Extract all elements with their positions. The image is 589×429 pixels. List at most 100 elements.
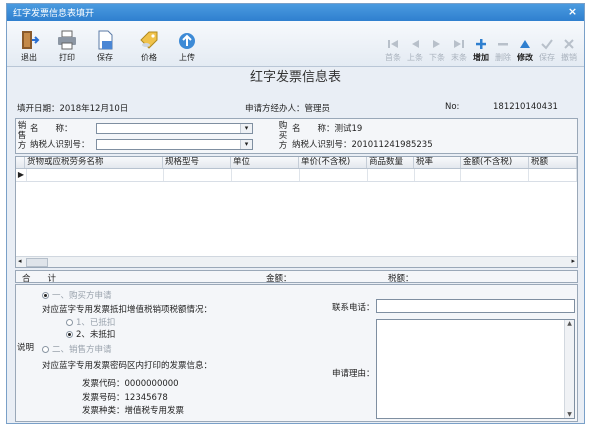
scroll-up-icon[interactable]: ▲	[565, 320, 574, 327]
invoice-info-label: 对应蓝字专用发票密码区内打印的发票信息：	[42, 361, 213, 371]
option-buyer-apply[interactable]: 一、购买方申请	[42, 289, 112, 301]
prev-record-button[interactable]: 上条	[404, 37, 426, 63]
save-document-icon	[98, 30, 113, 50]
notes-side-label: 说明	[17, 343, 35, 353]
fill-date: 填开日期：2018年12月10日	[17, 104, 129, 114]
cancel-row-button[interactable]: 撤销	[558, 37, 580, 63]
prev-icon	[412, 40, 419, 48]
reason-textarea[interactable]: ▲ ▼	[376, 319, 575, 419]
save-button[interactable]: 保存	[87, 29, 123, 63]
phone-field[interactable]	[376, 299, 575, 313]
col-tax[interactable]: 税额	[529, 157, 577, 168]
add-label: 增加	[473, 53, 489, 62]
invoice-number: 发票号码：12345678	[82, 393, 168, 403]
app-window: 红字发票信息表填开 × 退出 打印 保存 价格 上传 首条 上条 下条 末条 增…	[6, 3, 585, 424]
invoice-kind: 发票种类：增值税专用发票	[82, 406, 185, 416]
last-record-button[interactable]: 末条	[448, 37, 470, 63]
upload-icon	[179, 33, 195, 49]
seller-name-combo[interactable]: ▾	[96, 123, 253, 134]
exit-door-icon	[22, 31, 40, 49]
first-icon	[388, 40, 398, 48]
toolbar: 退出 打印 保存 价格 上传 首条 上条 下条 末条 增加 删除 修改 保存 撤…	[7, 21, 584, 67]
notes-section: 说明 一、购买方申请 对应蓝字专用发票抵扣增值税销项税额情况： 1、已抵扣 2、…	[15, 284, 578, 422]
col-spec[interactable]: 规格型号	[163, 157, 231, 168]
number-label: No:	[445, 102, 460, 112]
option-seller-apply[interactable]: 二、销售方申请	[42, 343, 112, 355]
delete-label: 删除	[495, 53, 511, 62]
price-button[interactable]: 价格	[131, 29, 167, 63]
seller-taxid-combo[interactable]: ▾	[96, 139, 253, 150]
form-number: 181210140431	[493, 102, 558, 112]
record-toolbar: 首条 上条 下条 末条 增加 删除 修改 保存 撤销	[382, 37, 580, 63]
buyer-side-label: 购买方	[278, 121, 288, 151]
printer-icon	[58, 30, 76, 50]
option-seller-label: 二、销售方申请	[52, 345, 112, 355]
col-name[interactable]: 货物或应税劳务名称	[25, 157, 163, 168]
remove-icon	[498, 43, 508, 46]
price-tag-icon	[140, 31, 158, 49]
radio-seller[interactable]	[42, 346, 49, 353]
reason-label: 申请理由：	[332, 369, 375, 379]
chevron-down-icon[interactable]: ▾	[240, 140, 252, 149]
totals-tax-label: 税额：	[388, 274, 414, 284]
chevron-down-icon[interactable]: ▾	[240, 124, 252, 133]
items-grid[interactable]: 货物或应税劳务名称 规格型号 单位 单价(不含税) 商品数量 税率 金额(不含税…	[15, 156, 578, 268]
print-button[interactable]: 打印	[49, 29, 85, 63]
delete-row-button[interactable]: 删除	[492, 37, 514, 63]
option-not-deducted-label: 2、未抵扣	[76, 330, 116, 340]
row-pointer-icon: ▶	[16, 169, 27, 181]
last-icon	[454, 40, 464, 48]
totals-amount-label: 金额：	[266, 274, 292, 284]
add-row-button[interactable]: 增加	[470, 37, 492, 63]
col-amount[interactable]: 金额(不含税)	[461, 157, 529, 168]
exit-label: 退出	[21, 53, 37, 62]
close-icon[interactable]: ×	[565, 5, 580, 19]
deduction-question: 对应蓝字专用发票抵扣增值税销项税额情况：	[42, 305, 213, 315]
scroll-left-icon[interactable]: ◂	[18, 257, 22, 265]
scrollbar-thumb[interactable]	[26, 258, 48, 267]
totals-row: 合 计 金额： 税额：	[15, 270, 578, 284]
option-deducted[interactable]: 1、已抵扣	[66, 316, 115, 328]
check-icon	[541, 39, 553, 50]
col-tax-rate[interactable]: 税率	[414, 157, 461, 168]
prev-label: 上条	[407, 53, 423, 62]
window-titlebar: 红字发票信息表填开 ×	[7, 4, 584, 21]
col-quantity[interactable]: 商品数量	[367, 157, 414, 168]
buyer-taxid: 纳税人识别号：201011241985235	[292, 140, 433, 150]
scroll-down-icon[interactable]: ▼	[565, 411, 574, 418]
exit-button[interactable]: 退出	[11, 29, 47, 63]
reason-scrollbar[interactable]: ▲ ▼	[564, 320, 574, 418]
upload-label: 上传	[179, 53, 195, 62]
edit-row-button[interactable]: 修改	[514, 37, 536, 63]
col-unit-price[interactable]: 单价(不含税)	[299, 157, 367, 168]
form-title: 红字发票信息表	[249, 70, 341, 85]
seller-side-label: 销售方	[17, 121, 27, 151]
phone-label: 联系电话：	[332, 303, 375, 313]
next-label: 下条	[429, 53, 445, 62]
invoice-code: 发票代码：0000000000	[82, 379, 179, 389]
buyer-name: 名 称：测试19	[292, 124, 363, 134]
radio-not-deducted[interactable]	[66, 331, 73, 338]
next-icon	[433, 40, 440, 48]
table-row[interactable]: ▶	[16, 169, 577, 182]
next-record-button[interactable]: 下条	[426, 37, 448, 63]
edit-icon	[520, 40, 530, 48]
confirm-row-button[interactable]: 保存	[536, 37, 558, 63]
col-unit[interactable]: 单位	[231, 157, 299, 168]
cancel-label: 撤销	[561, 53, 577, 62]
edit-label: 修改	[517, 53, 533, 62]
option-not-deducted[interactable]: 2、未抵扣	[66, 328, 115, 340]
upload-button[interactable]: 上传	[169, 29, 205, 63]
price-label: 价格	[141, 53, 157, 62]
cancel-icon	[564, 39, 574, 49]
seller-name-label: 名 称：	[30, 124, 73, 134]
save-label: 保存	[97, 53, 113, 62]
radio-deducted[interactable]	[66, 319, 73, 326]
scroll-right-icon[interactable]: ▸	[571, 257, 575, 265]
row-indicator-header	[16, 157, 25, 168]
first-label: 首条	[385, 53, 401, 62]
first-record-button[interactable]: 首条	[382, 37, 404, 63]
grid-horizontal-scrollbar[interactable]: ◂ ▸	[16, 256, 577, 267]
grid-header: 货物或应税劳务名称 规格型号 单位 单价(不含税) 商品数量 税率 金额(不含税…	[16, 157, 577, 169]
radio-buyer[interactable]	[42, 292, 49, 299]
